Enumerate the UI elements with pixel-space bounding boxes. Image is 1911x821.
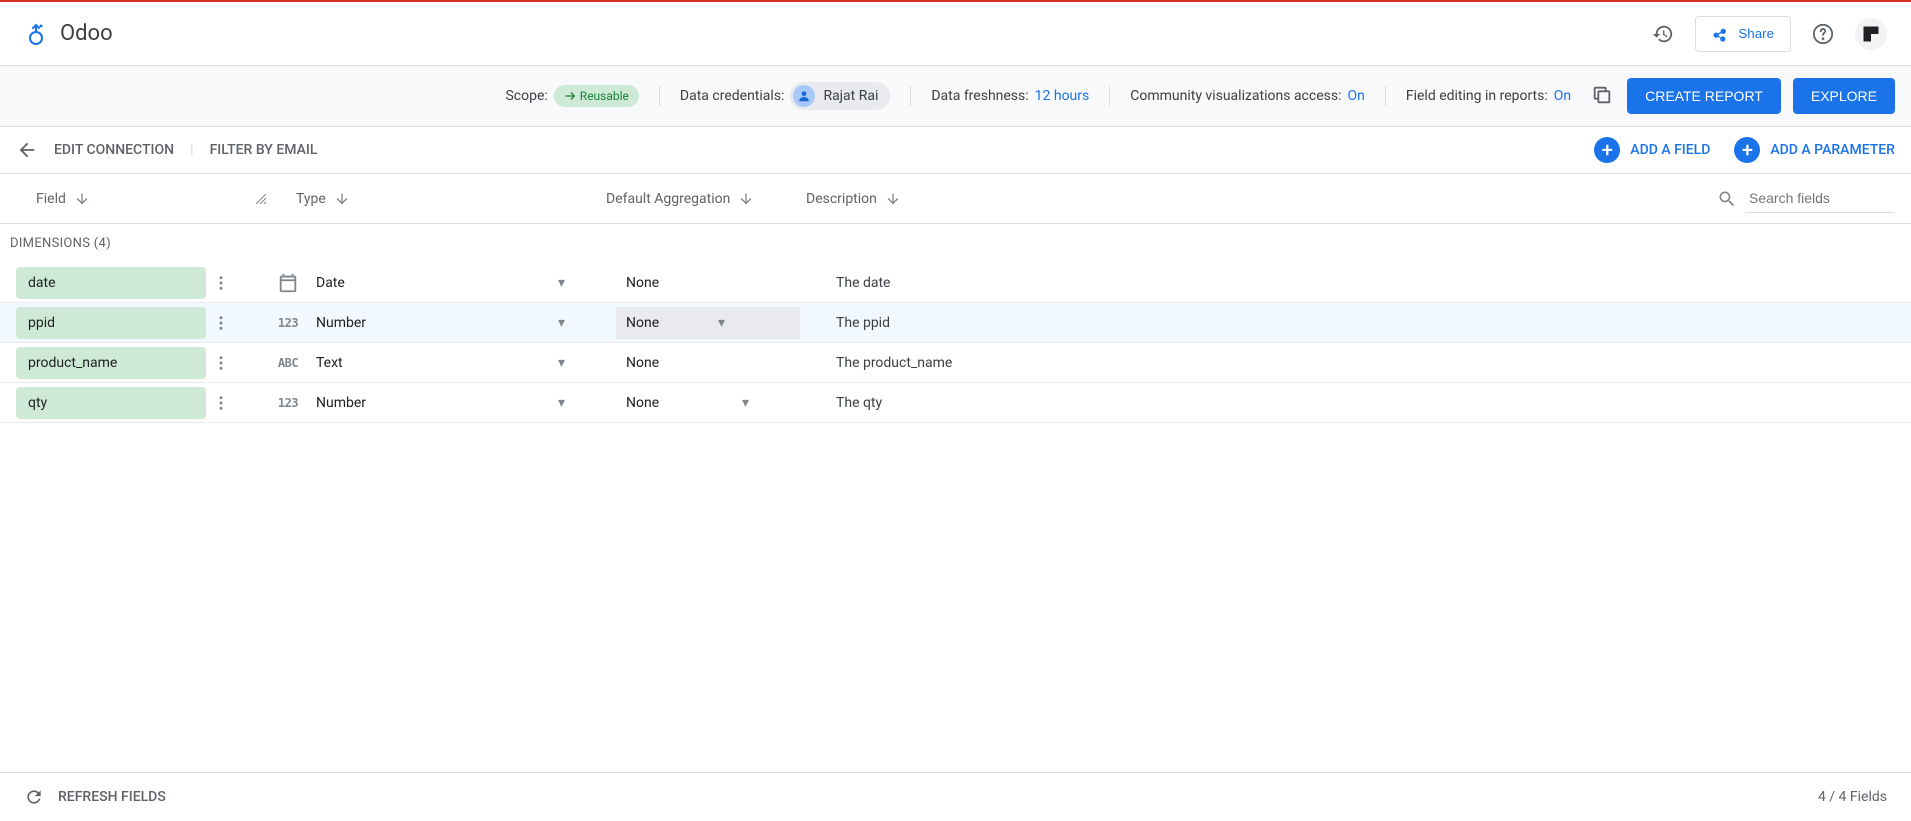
- field-count: 4 / 4 Fields: [1818, 789, 1887, 805]
- type-cell[interactable]: ABC Text ▾: [276, 351, 616, 375]
- plus-icon: +: [1734, 137, 1760, 163]
- chevron-down-icon[interactable]: ▾: [742, 395, 760, 411]
- field-edit-info[interactable]: Field editing in reports: On: [1398, 88, 1579, 104]
- aggregation-cell: None: [616, 347, 816, 379]
- col-type-label[interactable]: Type: [296, 191, 326, 207]
- edit-connection-link[interactable]: EDIT CONNECTION: [54, 142, 174, 158]
- credentials-info: Data credentials: Rajat Rai: [672, 82, 898, 110]
- number-icon: 123: [276, 311, 300, 335]
- plus-icon: +: [1594, 137, 1620, 163]
- table-row: product_name ABC Text ▾ None The product…: [0, 343, 1911, 383]
- row-menu-icon[interactable]: [212, 314, 236, 332]
- header: Odoo Share: [0, 2, 1911, 66]
- scope-info: Scope: Reusable: [497, 85, 646, 107]
- type-cell[interactable]: 123 Number ▾: [276, 391, 616, 415]
- type-label: Date: [316, 275, 542, 291]
- aggregation-value: None: [616, 267, 800, 299]
- chevron-down-icon[interactable]: ▾: [558, 275, 576, 291]
- type-label: Number: [316, 315, 542, 331]
- type-label: Number: [316, 395, 542, 411]
- chevron-down-icon[interactable]: ▾: [718, 315, 736, 331]
- table-row: ppid 123 Number ▾ None ▾ The ppid: [0, 303, 1911, 343]
- scope-chip[interactable]: Reusable: [554, 85, 639, 107]
- user-icon: [793, 85, 815, 107]
- table-row: qty 123 Number ▾ None ▾ The qty: [0, 383, 1911, 423]
- description-cell: The product_name: [816, 355, 952, 371]
- number-icon: 123: [276, 391, 300, 415]
- history-icon[interactable]: [1643, 14, 1683, 54]
- app-logo-icon: [24, 22, 48, 46]
- aggregation-value: None: [616, 387, 742, 419]
- field-chip[interactable]: qty: [16, 387, 206, 419]
- create-report-button[interactable]: CREATE REPORT: [1627, 78, 1781, 114]
- footer: REFRESH FIELDS 4 / 4 Fields: [0, 772, 1911, 821]
- freshness-info[interactable]: Data freshness: 12 hours: [923, 88, 1097, 104]
- col-field-label[interactable]: Field: [36, 191, 66, 207]
- resize-handle-icon[interactable]: [256, 194, 266, 204]
- field-chip[interactable]: date: [16, 267, 206, 299]
- search-icon[interactable]: [1717, 189, 1737, 209]
- aggregation-cell[interactable]: None ▾: [616, 387, 816, 419]
- share-label: Share: [1738, 26, 1774, 41]
- copy-icon[interactable]: [1591, 84, 1615, 108]
- back-arrow-icon[interactable]: [16, 139, 38, 161]
- action-bar: EDIT CONNECTION | FILTER BY EMAIL + ADD …: [0, 127, 1911, 174]
- explore-button[interactable]: EXPLORE: [1793, 78, 1895, 114]
- sort-arrow-icon[interactable]: [885, 191, 901, 207]
- type-cell[interactable]: 123 Number ▾: [276, 311, 616, 335]
- col-desc-label[interactable]: Description: [806, 191, 877, 207]
- refresh-fields-button[interactable]: REFRESH FIELDS: [24, 787, 166, 807]
- filter-by-email-link[interactable]: FILTER BY EMAIL: [210, 142, 318, 158]
- app-title: Odoo: [60, 21, 113, 46]
- description-cell: The qty: [816, 395, 882, 411]
- field-chip[interactable]: product_name: [16, 347, 206, 379]
- credentials-user-chip[interactable]: Rajat Rai: [790, 82, 890, 110]
- sort-arrow-icon[interactable]: [738, 191, 754, 207]
- aggregation-value: None: [616, 307, 800, 339]
- viz-access-info[interactable]: Community visualizations access: On: [1122, 88, 1373, 104]
- share-button[interactable]: Share: [1695, 16, 1791, 52]
- row-menu-icon[interactable]: [212, 394, 236, 412]
- aggregation-cell[interactable]: None ▾: [616, 307, 816, 339]
- aggregation-value: None: [616, 347, 800, 379]
- add-field-button[interactable]: + ADD A FIELD: [1594, 137, 1710, 163]
- type-cell[interactable]: Date ▾: [276, 271, 616, 295]
- chevron-down-icon[interactable]: ▾: [558, 355, 576, 371]
- user-avatar[interactable]: [1855, 18, 1887, 50]
- add-parameter-button[interactable]: + ADD A PARAMETER: [1734, 137, 1895, 163]
- calendar-icon: [276, 271, 300, 295]
- sort-arrow-icon[interactable]: [334, 191, 350, 207]
- table-header: Field Type Default Aggregation Descripti…: [0, 174, 1911, 224]
- description-cell: The ppid: [816, 315, 890, 331]
- row-menu-icon[interactable]: [212, 274, 236, 292]
- info-bar: Scope: Reusable Data credentials: Rajat …: [0, 66, 1911, 127]
- text-icon: ABC: [276, 351, 300, 375]
- col-agg-label[interactable]: Default Aggregation: [606, 191, 730, 207]
- chevron-down-icon[interactable]: ▾: [558, 395, 576, 411]
- dimensions-section-header: DIMENSIONS (4): [0, 224, 1911, 263]
- chevron-down-icon[interactable]: ▾: [558, 315, 576, 331]
- row-menu-icon[interactable]: [212, 354, 236, 372]
- aggregation-cell: None: [616, 267, 816, 299]
- table-row: date Date ▾ None The date: [0, 263, 1911, 303]
- type-label: Text: [316, 355, 542, 371]
- sort-arrow-icon[interactable]: [74, 191, 90, 207]
- description-cell: The date: [816, 275, 890, 291]
- field-chip[interactable]: ppid: [16, 307, 206, 339]
- help-icon[interactable]: [1803, 14, 1843, 54]
- search-input[interactable]: [1745, 184, 1895, 213]
